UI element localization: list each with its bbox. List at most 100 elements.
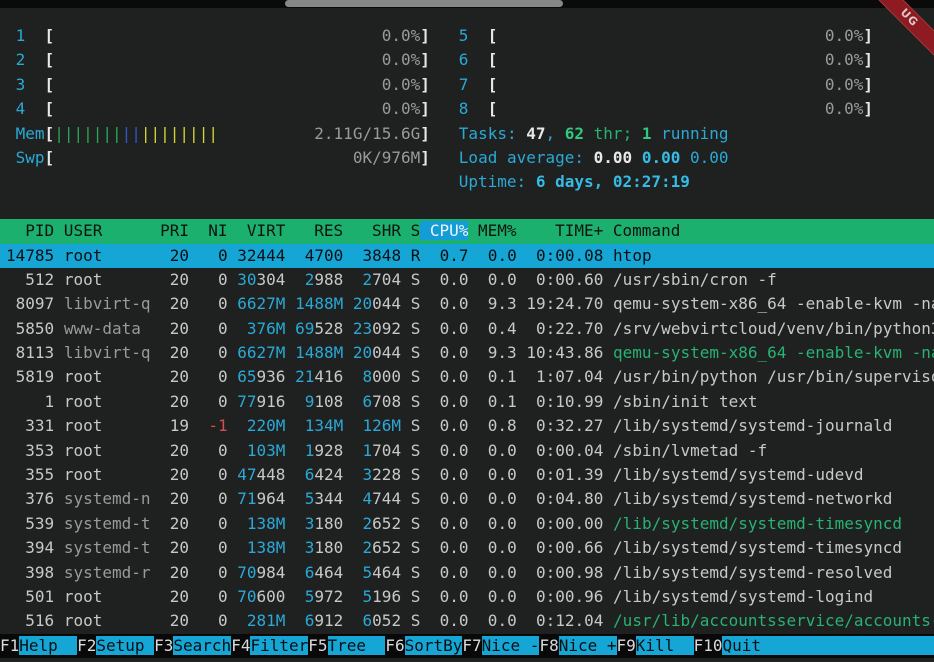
process-row[interactable]: 331 root 19 -1 220M 134M 126M S 0.0 0.8 … bbox=[0, 414, 934, 438]
mem-cell: 0.0 bbox=[478, 441, 517, 460]
text bbox=[603, 319, 613, 338]
fkey-action-quit[interactable]: Quit bbox=[722, 636, 934, 655]
command-cell: /lib/systemd/systemd-timesyncd bbox=[613, 538, 902, 557]
text bbox=[603, 270, 613, 289]
load-5min: 0.00 bbox=[642, 148, 690, 167]
fkey-action-tree[interactable]: Tree bbox=[328, 636, 386, 655]
text: 180 bbox=[314, 538, 343, 557]
process-row[interactable]: 539 systemd-t 20 0 138M 3180 2652 S 0.0 … bbox=[0, 512, 934, 536]
fkey-action-kill[interactable]: Kill bbox=[636, 636, 694, 655]
text bbox=[295, 611, 305, 630]
text bbox=[517, 246, 527, 265]
text bbox=[420, 489, 430, 508]
column-header-mem[interactable]: MEM% bbox=[468, 221, 516, 240]
fkey-action-setup[interactable]: Setup bbox=[96, 636, 154, 655]
text bbox=[497, 75, 825, 94]
column-header-user[interactable]: USER bbox=[54, 221, 150, 240]
text bbox=[285, 489, 295, 508]
column-header-pid[interactable]: PID bbox=[6, 221, 54, 240]
process-row[interactable]: 5850 www-data 20 0 376M 69528 23092 S 0.… bbox=[0, 317, 934, 341]
text bbox=[151, 246, 161, 265]
meter-bracket: ] bbox=[420, 99, 430, 118]
process-row[interactable]: 376 systemd-n 20 0 71964 5344 4744 S 0.0… bbox=[0, 487, 934, 511]
cpu-cell: 0.0 bbox=[430, 465, 469, 484]
column-header-res[interactable]: RES bbox=[285, 221, 343, 240]
column-header-time[interactable]: TIME+ bbox=[517, 221, 604, 240]
cpu-cell: 0.0 bbox=[430, 392, 469, 411]
fkey-action-nice[interactable]: Nice + bbox=[559, 636, 617, 655]
fkey-f5[interactable]: F5 bbox=[308, 636, 327, 655]
fkey-f10[interactable]: F10 bbox=[694, 636, 723, 655]
fkey-action-search[interactable]: Search bbox=[173, 636, 231, 655]
command-cell: /lib/systemd/systemd-resolved bbox=[613, 563, 892, 582]
process-row[interactable]: 516 root 20 0 281M 6912 6052 S 0.0 0.0 0… bbox=[0, 609, 934, 633]
text bbox=[228, 611, 238, 630]
process-row-selected[interactable]: 14785 root 20 0 32444 4700 3848 R 0.7 0.… bbox=[0, 244, 934, 268]
fkey-f3[interactable]: F3 bbox=[154, 636, 173, 655]
text bbox=[430, 50, 459, 69]
fkey-f9[interactable]: F9 bbox=[617, 636, 636, 655]
process-row[interactable]: 512 root 20 0 30304 2988 2704 S 0.0 0.0 … bbox=[0, 268, 934, 292]
nice-cell: -1 bbox=[208, 416, 227, 435]
mem-bar-buffers: || bbox=[122, 124, 141, 143]
text bbox=[189, 563, 199, 582]
process-row[interactable]: 398 systemd-r 20 0 70984 6464 5464 S 0.0… bbox=[0, 561, 934, 585]
process-row[interactable]: 1 root 20 0 77916 9108 6708 S 0.0 0.1 0:… bbox=[0, 390, 934, 414]
fkey-action-help[interactable]: Help bbox=[19, 636, 77, 655]
fkey-f8[interactable]: F8 bbox=[539, 636, 558, 655]
column-header-pri[interactable]: PRI bbox=[151, 221, 190, 240]
time-cell: 0:12.04 bbox=[526, 611, 603, 630]
text bbox=[420, 416, 430, 435]
text bbox=[401, 441, 411, 460]
text bbox=[285, 392, 295, 411]
nice-cell: 0 bbox=[218, 465, 228, 484]
meter-bracket: ] bbox=[420, 75, 430, 94]
process-row[interactable]: 394 systemd-t 20 0 138M 3180 2652 S 0.0 … bbox=[0, 536, 934, 560]
text bbox=[6, 124, 16, 143]
command-cell: /usr/sbin/cron -f bbox=[613, 270, 777, 289]
text bbox=[228, 514, 238, 533]
column-header-s[interactable]: S bbox=[401, 221, 420, 240]
fkey-f2[interactable]: F2 bbox=[77, 636, 96, 655]
process-row[interactable]: 8097 libvirt-q 20 0 6627M 1488M 20044 S … bbox=[0, 292, 934, 316]
process-row[interactable]: 501 root 20 0 70600 5972 5196 S 0.0 0.0 … bbox=[0, 585, 934, 609]
text: 304 bbox=[257, 270, 286, 289]
process-row[interactable]: 355 root 20 0 47448 6424 3228 S 0.0 0.0 … bbox=[0, 463, 934, 487]
text bbox=[285, 246, 295, 265]
fkey-action-sortby[interactable]: SortBy bbox=[405, 636, 463, 655]
cpu-meter-percent: 0.0% bbox=[825, 26, 864, 45]
command-cell: /sbin/lvmetad -f bbox=[613, 441, 767, 460]
fkey-action-filter[interactable]: Filter bbox=[250, 636, 308, 655]
fkey-action-nice[interactable]: Nice - bbox=[482, 636, 540, 655]
column-header-command[interactable]: Command bbox=[603, 221, 680, 240]
time-cell: 0:04.80 bbox=[526, 489, 603, 508]
text bbox=[517, 319, 527, 338]
command-cell: /srv/webvirtcloud/venv/bin/python3 bbox=[613, 319, 934, 338]
process-row[interactable]: 5819 root 20 0 65936 21416 8000 S 0.0 0.… bbox=[0, 365, 934, 389]
column-header-shr[interactable]: SHR bbox=[343, 221, 401, 240]
column-header-cpu[interactable]: CPU% bbox=[420, 221, 468, 240]
fkey-f1[interactable]: F1 bbox=[0, 636, 19, 655]
fkey-f4[interactable]: F4 bbox=[231, 636, 250, 655]
fkey-f7[interactable]: F7 bbox=[462, 636, 481, 655]
process-row[interactable]: 8113 libvirt-q 20 0 6627M 1488M 20044 S … bbox=[0, 341, 934, 365]
text bbox=[295, 270, 305, 289]
cpu-cell: 0.0 bbox=[430, 441, 469, 460]
text bbox=[199, 611, 218, 630]
command-cell: /sbin/init text bbox=[613, 392, 758, 411]
function-key-bar[interactable]: F1Help F2Setup F3SearchF4FilterF5Tree F6… bbox=[0, 634, 934, 658]
text bbox=[285, 587, 295, 606]
column-header-virt[interactable]: VIRT bbox=[228, 221, 286, 240]
meter-bracket: ] bbox=[863, 26, 873, 45]
fkey-f6[interactable]: F6 bbox=[385, 636, 404, 655]
pri-cell: 20 bbox=[160, 246, 189, 265]
process-row[interactable]: 353 root 20 0 103M 1928 1704 S 0.0 0.0 0… bbox=[0, 439, 934, 463]
text bbox=[469, 416, 479, 435]
column-header-ni[interactable]: NI bbox=[189, 221, 228, 240]
mem-value: 21 bbox=[295, 367, 314, 386]
mem-cell: 0.4 bbox=[478, 319, 517, 338]
text bbox=[54, 587, 64, 606]
text bbox=[6, 26, 16, 45]
table-header[interactable]: PID USER PRI NI VIRT RES SHR S CPU% MEM%… bbox=[0, 219, 934, 243]
text bbox=[401, 587, 411, 606]
